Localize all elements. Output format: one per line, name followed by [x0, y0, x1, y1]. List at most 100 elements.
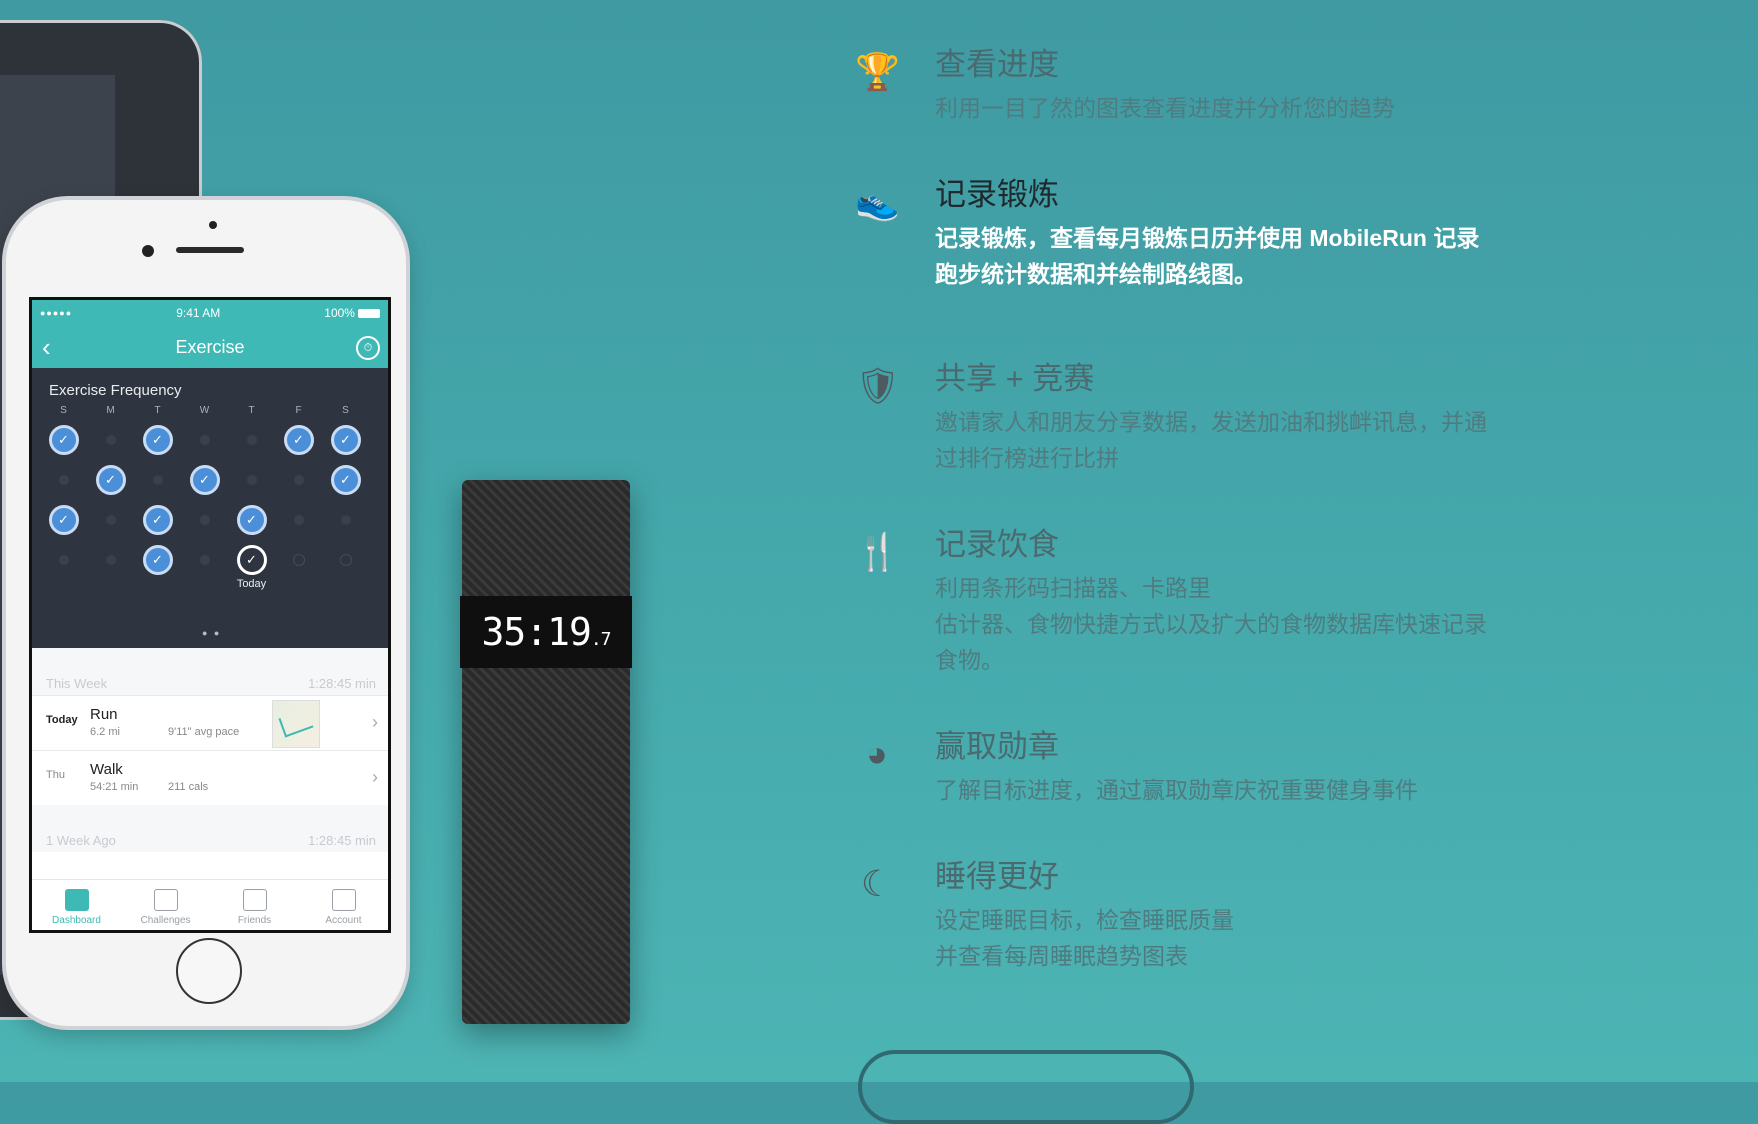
week-ago-header: 1 Week Ago 1:28:45 min [32, 805, 388, 852]
rest-day-marker [105, 435, 116, 445]
trophy-icon: 🏆 [855, 51, 900, 92]
frequency-day-cell [40, 540, 87, 580]
feature-title: 睡得更好 [935, 859, 1059, 894]
learn-more-button[interactable] [858, 1050, 1194, 1124]
frequency-title: Exercise Frequency [49, 382, 182, 399]
fitness-tracker-band [462, 480, 630, 1024]
tab-label: Account [325, 915, 362, 926]
frequency-day-cell [228, 420, 275, 460]
activity-pace: 9'11" avg pace [168, 726, 240, 738]
feature-exercise: 👟 记录锻炼 记录锻炼，查看每月锻炼日历并使用 MobileRun 记录 跑步统… [855, 170, 1615, 354]
phone-screen: ●●●●● 9:41 AM 100% ‹ Exercise ⏱ Exercise… [29, 297, 391, 933]
frequency-day-cell [275, 540, 322, 580]
feature-description: 邀请家人和朋友分享数据，发送加油和挑衅讯息，并通 过排行榜进行比拼 [935, 409, 1487, 471]
battery-text: 100% [324, 306, 355, 320]
dashboard-icon [64, 889, 89, 911]
frequency-day-cell: ✓ [322, 420, 369, 460]
stopwatch-icon[interactable]: ⏱ [356, 336, 380, 360]
tracker-display: 35:19.7 [460, 596, 632, 668]
frequency-day-cell [181, 420, 228, 460]
activity-row-run[interactable]: Today Run 6.2 mi 9'11" avg pace › [32, 695, 388, 750]
friends-icon [242, 889, 267, 911]
activity-date: Thu [46, 769, 65, 781]
activity-name: Walk [90, 761, 123, 778]
weekday-label: T [154, 405, 161, 416]
checkmark-icon: ✓ [142, 425, 173, 455]
frequency-day-cell: ✓ [322, 460, 369, 500]
home-button [176, 938, 242, 1004]
phone-device: ●●●●● 9:41 AM 100% ‹ Exercise ⏱ Exercise… [6, 200, 406, 1026]
frequency-day-cell [322, 540, 369, 580]
tracker-time-fraction: .7 [590, 628, 612, 650]
moon-icon: ☾ [860, 863, 894, 904]
frequency-day-cell [322, 500, 369, 540]
back-arrow-icon[interactable]: ‹ [42, 332, 51, 363]
tab-dashboard[interactable]: Dashboard [32, 880, 121, 930]
week-ago-total: 1:28:45 min [308, 833, 376, 848]
checkmark-icon: ✓ [283, 425, 314, 455]
chevron-right-icon: › [372, 767, 378, 787]
phone-sensor [209, 221, 217, 229]
frequency-day-cell [87, 420, 134, 460]
tab-friends[interactable]: Friends [210, 880, 299, 930]
activity-name: Run [90, 706, 118, 723]
frequency-day-cell [275, 460, 322, 500]
tracker-time: 35:19 [481, 610, 591, 654]
feature-badges: ◕ 赢取勋章 了解目标进度，通过赢取勋章庆祝重要健身事件 [855, 722, 1615, 852]
frequency-day-cell [228, 460, 275, 500]
account-icon [331, 889, 356, 911]
this-week-header: This Week 1:28:45 min [32, 648, 388, 695]
chevron-right-icon: › [372, 712, 378, 732]
rest-day-marker [199, 555, 210, 565]
activity-date: Today [46, 714, 78, 726]
this-week-total: 1:28:45 min [308, 676, 376, 691]
future-day-marker [339, 554, 352, 566]
checkmark-icon: ✓ [330, 425, 361, 455]
frequency-day-cell [181, 540, 228, 580]
frequency-day-cell [134, 460, 181, 500]
rest-day-marker [58, 555, 69, 565]
frequency-day-cell: ✓ [275, 420, 322, 460]
rest-day-marker [58, 475, 69, 485]
feature-sleep: ☾ 睡得更好 设定睡眠目标，检查睡眠质量 并查看每周睡眠趋势图表 [855, 852, 1615, 992]
tab-label: Challenges [140, 915, 191, 926]
activity-row-walk[interactable]: Thu Walk 54:21 min 211 cals › [32, 750, 388, 805]
tab-label: Dashboard [52, 915, 101, 926]
weekday-label: T [248, 405, 255, 416]
status-bar: ●●●●● 9:41 AM 100% [32, 300, 388, 326]
shoe-icon: 👟 [855, 181, 900, 222]
weekday-label: M [106, 405, 115, 416]
checkmark-icon: ✓ [236, 545, 267, 575]
shield-star-icon: 🛡 [855, 365, 901, 406]
rest-day-marker [199, 435, 210, 445]
frequency-day-cell: ✓ [87, 460, 134, 500]
future-day-marker [292, 554, 305, 566]
activity-distance: 6.2 mi [90, 726, 120, 738]
frequency-day-cell: ✓ [134, 540, 181, 580]
feature-description: 利用条形码扫描器、卡路里 估计器、食物快捷方式以及扩大的食物数据库快速记录 食物… [935, 575, 1487, 673]
rest-day-marker [199, 515, 210, 525]
rest-day-marker [293, 475, 304, 485]
fork-knife-icon: 🍴 [855, 531, 900, 572]
phone-earpiece [176, 247, 244, 253]
rest-day-marker [105, 555, 116, 565]
this-week-label: This Week [46, 676, 108, 691]
feature-description: 记录锻炼，查看每月锻炼日历并使用 MobileRun 记录 跑步统计数据和并绘制… [935, 225, 1480, 287]
tab-challenges[interactable]: Challenges [121, 880, 210, 930]
checkmark-icon: ✓ [189, 465, 220, 495]
week-ago-label: 1 Week Ago [46, 833, 116, 848]
feature-share: 🛡 共享 + 竞赛 邀请家人和朋友分享数据，发送加油和挑衅讯息，并通 过排行榜进… [855, 354, 1615, 520]
exercise-frequency-panel: Exercise Frequency S M T W T F S ✓ ✓ ✓ ✓ ✓ ✓ ✓ ✓ ✓ ✓ ✓ ✓ T… [32, 368, 388, 648]
tab-account[interactable]: Account [299, 880, 388, 930]
frequency-grid: ✓ ✓ ✓ ✓ ✓ ✓ ✓ ✓ ✓ ✓ ✓ ✓ Today [40, 420, 388, 590]
frequency-day-cell: ✓ [134, 420, 181, 460]
feature-title: 查看进度 [935, 47, 1059, 82]
feature-list: 🏆 查看进度 利用一目了然的图表查看进度并分析您的趋势 👟 记录锻炼 记录锻炼，… [855, 40, 1615, 992]
rest-day-marker [293, 515, 304, 525]
frequency-day-cell [40, 460, 87, 500]
phone-camera [142, 245, 154, 257]
weekday-label: S [60, 405, 67, 416]
frequency-day-cell: ✓ [40, 500, 87, 540]
status-time: 9:41 AM [176, 306, 221, 320]
weekday-label: F [295, 405, 302, 416]
